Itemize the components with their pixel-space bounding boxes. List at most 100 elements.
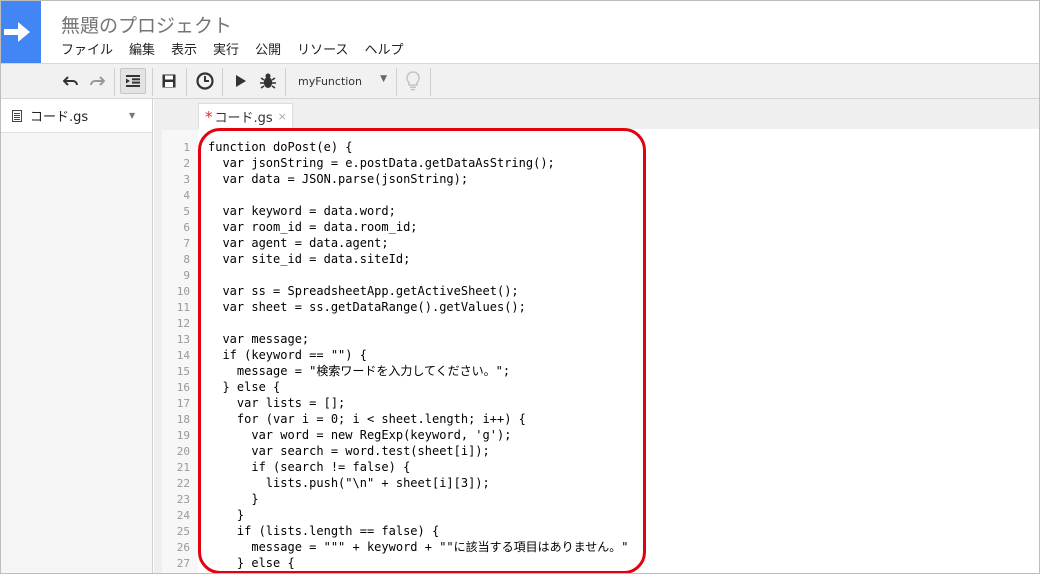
lightbulb-icon [406, 71, 420, 91]
tab-code-gs[interactable]: * コード.gs × [198, 103, 293, 129]
code-text: var data = JSON.parse(jsonString); [208, 172, 469, 186]
code-text: var lists = []; [208, 396, 346, 410]
unsaved-marker: * [205, 107, 213, 126]
code-text: } else { [208, 380, 281, 394]
line-number: 4 [183, 189, 190, 202]
toolbar-divider [186, 68, 187, 96]
code-line: 15 message = "検索ワードを入力してください。"; [162, 363, 510, 379]
close-icon[interactable]: × [278, 110, 287, 123]
code-line: 26 message = """ + keyword + ""に該当する項目はあ… [162, 539, 629, 555]
code-line: 22 lists.push("\n" + sheet[i][3]); [162, 475, 490, 491]
line-number: 6 [183, 221, 190, 234]
menu-view[interactable]: 表示 [163, 39, 205, 58]
line-number: 10 [176, 285, 190, 298]
toolbar-divider [152, 68, 153, 96]
code-text: var search = word.test(sheet[i]); [208, 444, 490, 458]
code-text: var message; [208, 332, 310, 346]
code-line: 21 if (search != false) { [162, 459, 411, 475]
code-text: for (var i = 0; i < sheet.length; i++) { [208, 412, 526, 426]
sidebar-file-code-gs[interactable]: コード.gs ▼ [1, 99, 152, 133]
line-number: 17 [176, 397, 190, 410]
code-text: var word = new RegExp(keyword, 'g'); [208, 428, 512, 442]
code-text: var site_id = data.siteId; [208, 252, 411, 266]
file-sidebar: コード.gs ▼ [1, 99, 153, 573]
code-line: 20 var search = word.test(sheet[i]); [162, 443, 490, 459]
toolbar-divider [430, 68, 431, 96]
save-button[interactable] [156, 68, 182, 94]
code-text: } [208, 508, 245, 522]
line-number: 16 [176, 381, 190, 394]
code-text: } else { [208, 556, 295, 570]
code-line: 16 } else { [162, 379, 281, 395]
line-number: 1 [183, 141, 190, 154]
code-line: 10 var ss = SpreadsheetApp.getActiveShee… [162, 283, 519, 299]
code-line: 14 if (keyword == "") { [162, 347, 367, 363]
code-line: 27 } else { [162, 555, 295, 571]
function-select-value: myFunction [298, 75, 363, 88]
hint-button[interactable] [400, 68, 426, 94]
code-text: var jsonString = e.postData.getDataAsStr… [208, 156, 555, 170]
line-number: 15 [176, 365, 190, 378]
menu-help[interactable]: ヘルプ [356, 39, 411, 58]
code-line: 4 [162, 187, 190, 203]
apps-script-logo[interactable] [1, 1, 41, 63]
tab-label: コード.gs [214, 111, 273, 126]
line-number: 25 [176, 525, 190, 538]
code-text: message = "検索ワードを入力してください。"; [208, 364, 511, 378]
code-line: 1 function doPost(e) { [162, 139, 352, 155]
undo-icon [63, 76, 78, 86]
run-button[interactable] [228, 68, 254, 94]
document-icon [12, 109, 22, 122]
project-title[interactable]: 無題のプロジェクト [61, 11, 232, 38]
triggers-button[interactable] [192, 68, 218, 94]
sidebar-file-label: コード.gs [30, 110, 89, 125]
code-text: } [208, 492, 259, 506]
code-line: 11 var sheet = ss.getDataRange().getValu… [162, 299, 526, 315]
redo-icon [90, 76, 105, 86]
menu-publish[interactable]: 公開 [247, 39, 289, 58]
debug-button[interactable] [255, 68, 281, 94]
code-text: var ss = SpreadsheetApp.getActiveSheet()… [208, 284, 519, 298]
line-number: 8 [183, 253, 190, 266]
line-number: 11 [176, 301, 190, 314]
code-line: 25 if (lists.length == false) { [162, 523, 439, 539]
line-number: 12 [176, 317, 190, 330]
save-icon [162, 74, 176, 88]
menu-resources[interactable]: リソース [289, 39, 356, 58]
undo-button[interactable] [58, 68, 84, 94]
code-lines: 1 function doPost(e) {2 var jsonString = … [162, 139, 629, 571]
function-select[interactable]: myFunction ▼ [289, 68, 395, 95]
redo-button[interactable] [84, 68, 110, 94]
toolbar-divider [114, 68, 115, 96]
menu-run[interactable]: 実行 [205, 39, 247, 58]
app-window: 無題のプロジェクト ファイル 編集 表示 実行 公開 リソース ヘルプ myFu… [0, 0, 1040, 574]
line-number: 20 [176, 445, 190, 458]
code-line: 9 [162, 267, 190, 283]
chevron-down-icon: ▼ [380, 74, 387, 84]
indent-button[interactable] [120, 68, 146, 94]
line-number: 3 [183, 173, 190, 186]
chevron-down-icon[interactable]: ▼ [129, 111, 135, 120]
line-number: 7 [183, 237, 190, 250]
line-number: 24 [176, 509, 190, 522]
code-line: 5 var keyword = data.word; [162, 203, 395, 219]
code-line: 2 var jsonString = e.postData.getDataAsS… [162, 155, 554, 171]
line-number: 21 [176, 461, 190, 474]
code-text: var room_id = data.room_id; [208, 220, 418, 234]
code-line: 7 var agent = data.agent; [162, 235, 388, 251]
code-text: function doPost(e) { [208, 140, 353, 154]
menu-file[interactable]: ファイル [53, 39, 121, 58]
line-number: 23 [176, 493, 190, 506]
clock-icon [196, 72, 214, 90]
code-line: 17 var lists = []; [162, 395, 346, 411]
code-text: lists.push("\n" + sheet[i][3]); [208, 476, 490, 490]
line-number: 18 [176, 413, 190, 426]
line-number: 22 [176, 477, 190, 490]
code-text: if (keyword == "") { [208, 348, 367, 362]
menu-bar: ファイル 編集 表示 実行 公開 リソース ヘルプ [53, 39, 411, 58]
code-text: var sheet = ss.getDataRange().getValues(… [208, 300, 526, 314]
line-number: 5 [183, 205, 190, 218]
line-number: 13 [176, 333, 190, 346]
toolbar-divider [285, 68, 286, 96]
menu-edit[interactable]: 編集 [121, 39, 163, 58]
